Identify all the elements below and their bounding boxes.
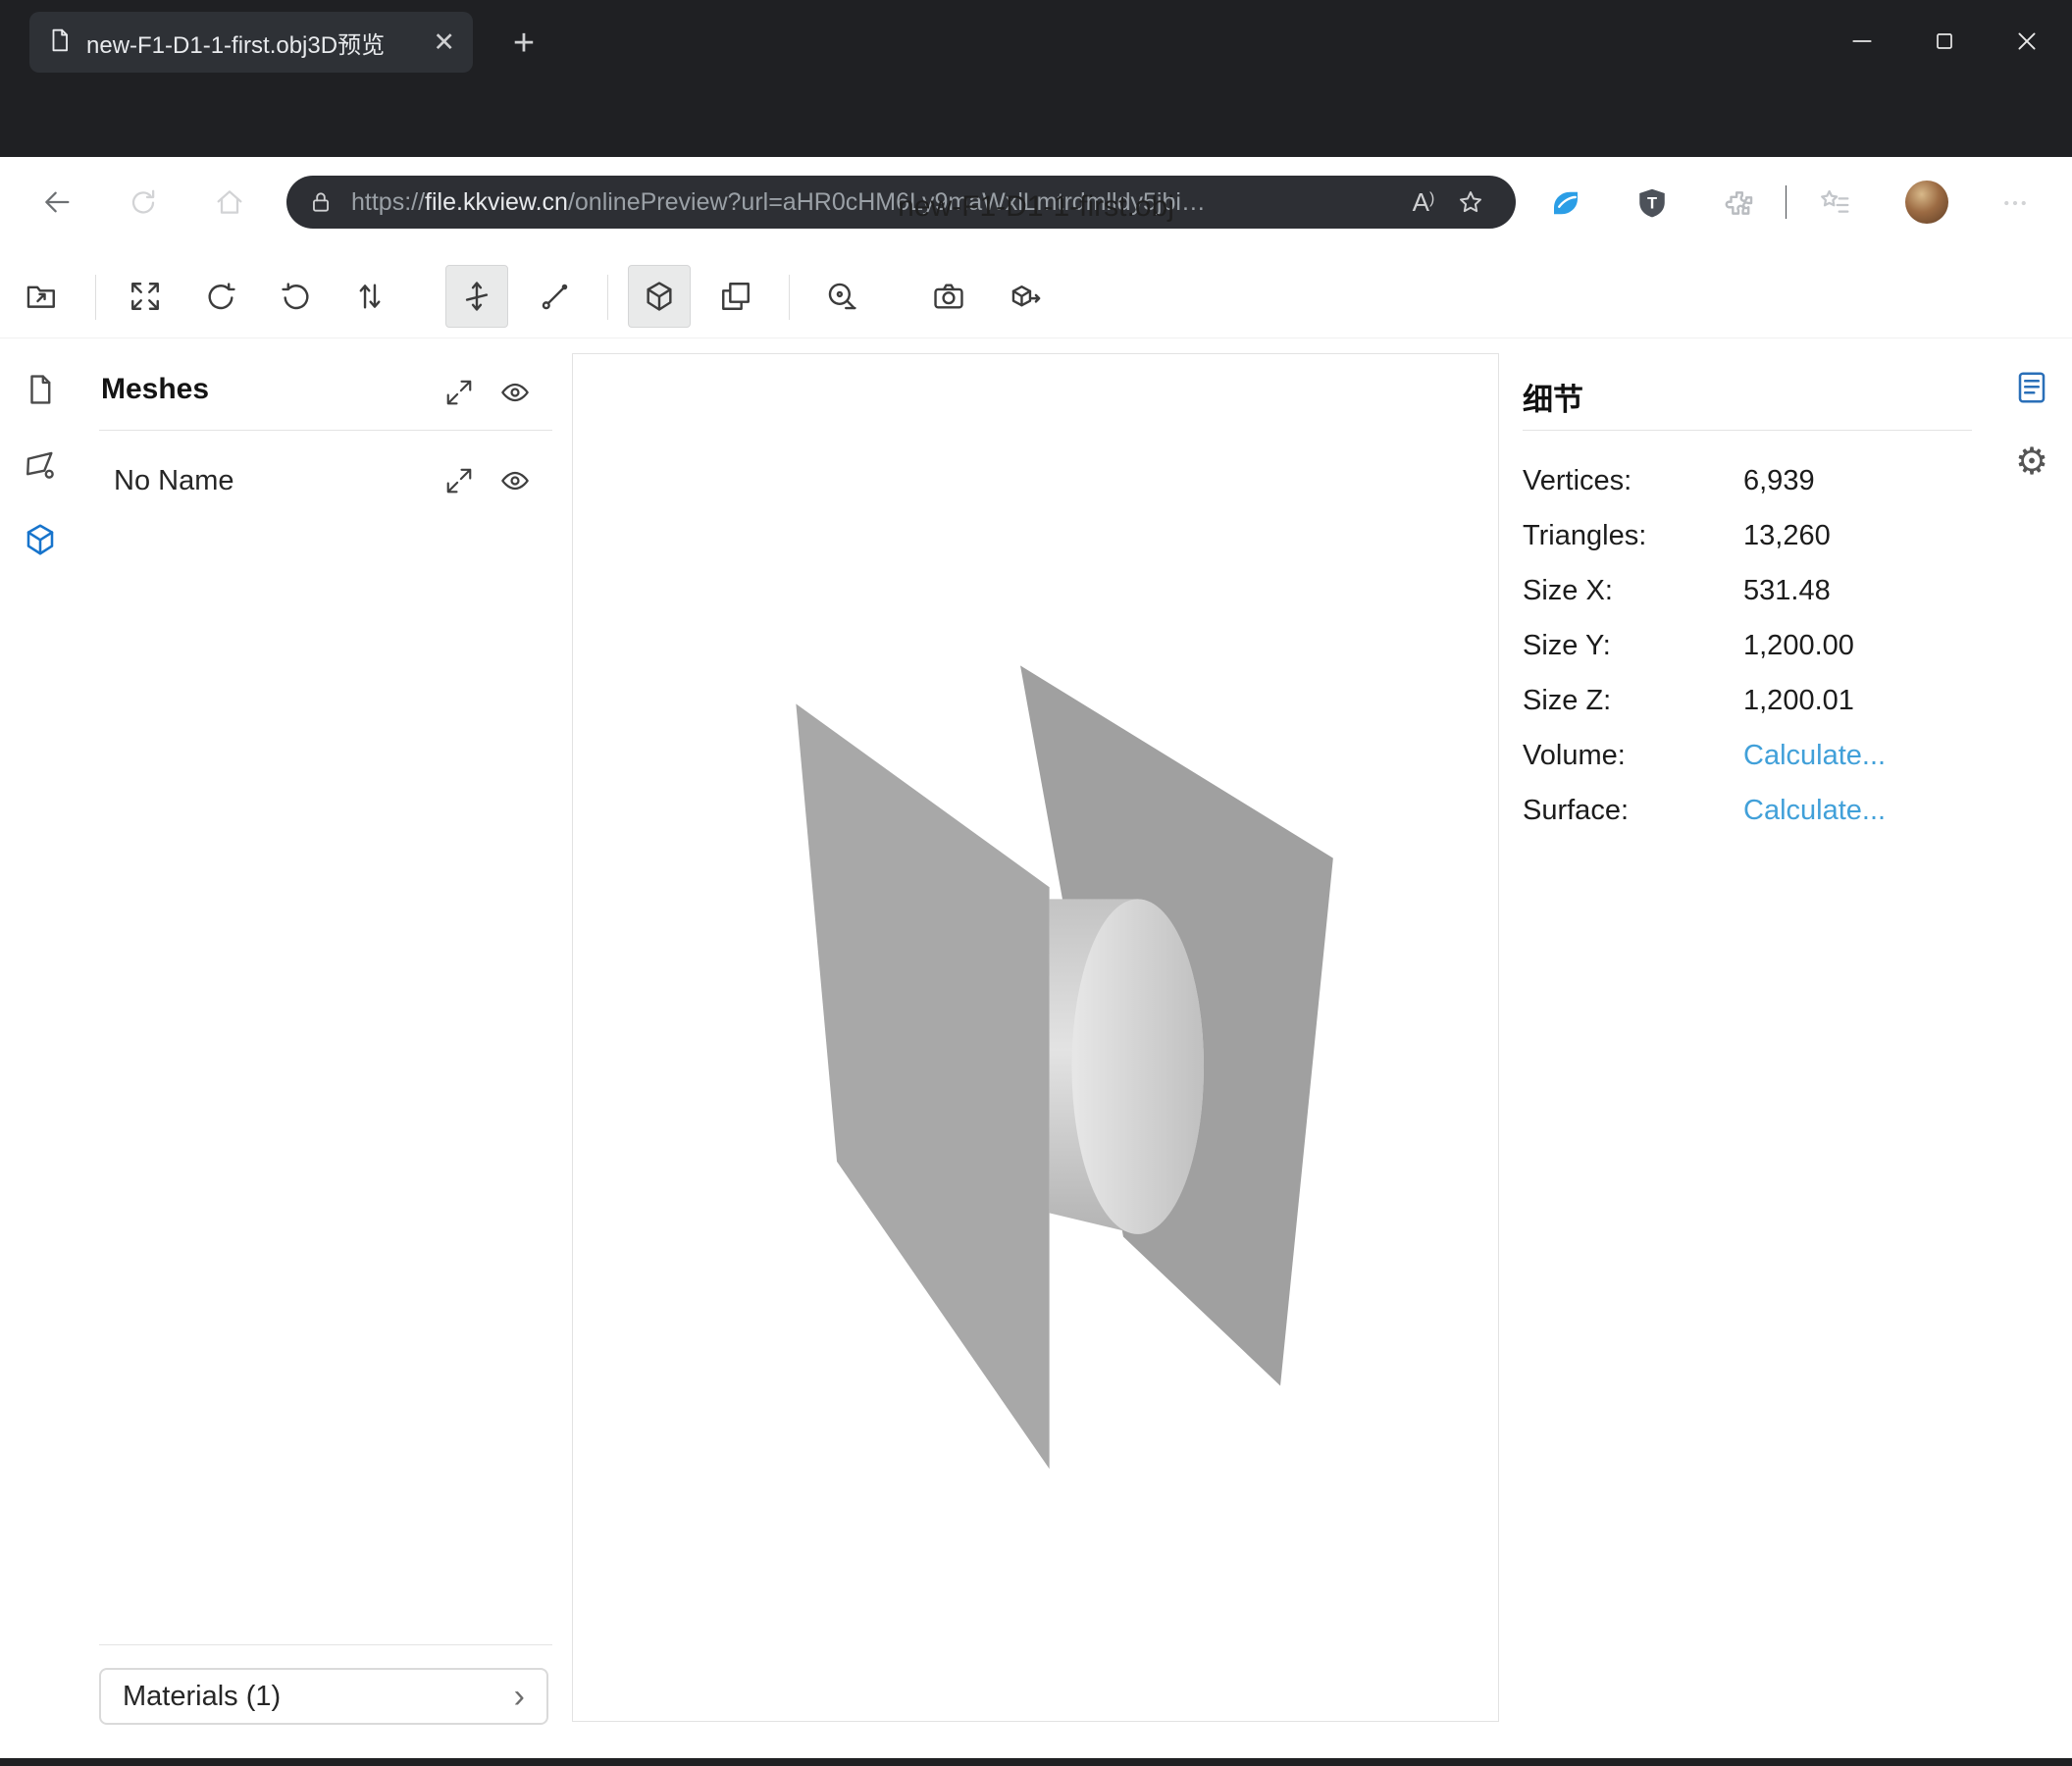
model-cylinder-cap bbox=[1071, 899, 1204, 1234]
detail-value: 531.48 bbox=[1743, 575, 1831, 607]
window-controls bbox=[1821, 0, 2068, 82]
detail-value: 1,200.00 bbox=[1743, 630, 1854, 662]
materials-label: Materials (1) bbox=[123, 1681, 281, 1713]
meshes-rail-icon[interactable] bbox=[22, 521, 59, 558]
materials-rail-icon[interactable] bbox=[22, 446, 59, 484]
detail-row-triangles: Triangles: 13,260 bbox=[1523, 508, 1972, 563]
details-table: Vertices: 6,939 Triangles: 13,260 Size X… bbox=[1523, 453, 1972, 838]
detail-row-volume: Volume: Calculate... bbox=[1523, 728, 1972, 783]
details-panel-header: 细节 bbox=[1523, 375, 1583, 419]
tab-title: new-F1-D1-1-first.obj3D预览 bbox=[86, 26, 419, 60]
visibility-all-icon[interactable] bbox=[497, 375, 533, 410]
chevron-right-icon: › bbox=[514, 1680, 525, 1713]
panel-divider bbox=[99, 1644, 552, 1645]
panel-divider bbox=[99, 430, 552, 431]
detail-value: 13,260 bbox=[1743, 520, 1831, 552]
page-title: new-F1-D1-1-first.obj bbox=[0, 190, 2072, 224]
window-bottom-edge bbox=[0, 1758, 2072, 1766]
detail-label: Surface: bbox=[1523, 795, 1743, 827]
orthographic-view-button[interactable] bbox=[704, 265, 767, 328]
move-tool-button[interactable] bbox=[445, 265, 508, 328]
settings-gear-icon[interactable]: ⚙ bbox=[2011, 442, 2052, 483]
materials-button[interactable]: Materials (1) › bbox=[99, 1668, 548, 1725]
fit-mesh-icon[interactable] bbox=[441, 463, 477, 498]
detail-label: Size X: bbox=[1523, 575, 1743, 607]
calculate-volume-link[interactable]: Calculate... bbox=[1743, 740, 1886, 772]
rotate-left-button[interactable] bbox=[189, 265, 252, 328]
flip-vertical-button[interactable] bbox=[338, 265, 401, 328]
detail-row-size-y: Size Y: 1,200.00 bbox=[1523, 618, 1972, 673]
measure-tool-button[interactable] bbox=[810, 265, 873, 328]
tab-favicon-icon bbox=[47, 27, 73, 58]
browser-tab[interactable]: new-F1-D1-1-first.obj3D预览 ✕ bbox=[29, 12, 473, 73]
rotate-right-button[interactable] bbox=[265, 265, 328, 328]
mesh-list-item[interactable]: No Name bbox=[114, 465, 234, 497]
fit-all-icon[interactable] bbox=[441, 375, 477, 410]
toolbar-separator bbox=[95, 275, 96, 320]
tab-close-icon[interactable]: ✕ bbox=[433, 29, 455, 56]
window-maximize-button[interactable] bbox=[1903, 0, 1986, 82]
toolbar-separator bbox=[607, 275, 608, 320]
tab-strip: new-F1-D1-1-first.obj3D预览 ✕ + bbox=[0, 0, 2072, 82]
detail-row-size-x: Size X: 531.48 bbox=[1523, 563, 1972, 618]
details-list-icon[interactable] bbox=[2011, 367, 2052, 408]
new-tab-button[interactable]: + bbox=[502, 22, 545, 65]
model-viewport[interactable] bbox=[572, 353, 1499, 1722]
toolbar-separator bbox=[789, 275, 790, 320]
window-minimize-button[interactable] bbox=[1821, 0, 1903, 82]
detail-row-vertices: Vertices: 6,939 bbox=[1523, 453, 1972, 508]
calculate-surface-link[interactable]: Calculate... bbox=[1743, 795, 1886, 827]
detail-label: Volume: bbox=[1523, 740, 1743, 772]
meshes-panel-header: Meshes bbox=[101, 373, 209, 406]
detail-value: 6,939 bbox=[1743, 465, 1815, 497]
detail-label: Size Y: bbox=[1523, 630, 1743, 662]
detail-row-surface: Surface: Calculate... bbox=[1523, 783, 1972, 838]
model-canvas bbox=[573, 354, 1498, 1721]
screenshot-button[interactable] bbox=[917, 265, 980, 328]
detail-label: Vertices: bbox=[1523, 465, 1743, 497]
model-plane-left bbox=[796, 703, 1049, 1469]
detail-label: Size Z: bbox=[1523, 685, 1743, 717]
line-tool-button[interactable] bbox=[524, 265, 587, 328]
detail-row-size-z: Size Z: 1,200.01 bbox=[1523, 673, 1972, 728]
open-model-button[interactable] bbox=[10, 265, 73, 328]
perspective-view-button[interactable] bbox=[628, 265, 691, 328]
detail-value: 1,200.01 bbox=[1743, 685, 1854, 717]
window-close-button[interactable] bbox=[1986, 0, 2068, 82]
export-model-button[interactable] bbox=[994, 265, 1057, 328]
detail-label: Triangles: bbox=[1523, 520, 1743, 552]
file-info-icon[interactable] bbox=[22, 371, 59, 408]
navigation-bar: https://file.kkview.cn/onlinePreview?url… bbox=[0, 82, 2072, 157]
panel-divider bbox=[1523, 430, 1972, 431]
fit-view-button[interactable] bbox=[114, 265, 177, 328]
visibility-mesh-icon[interactable] bbox=[497, 463, 533, 498]
